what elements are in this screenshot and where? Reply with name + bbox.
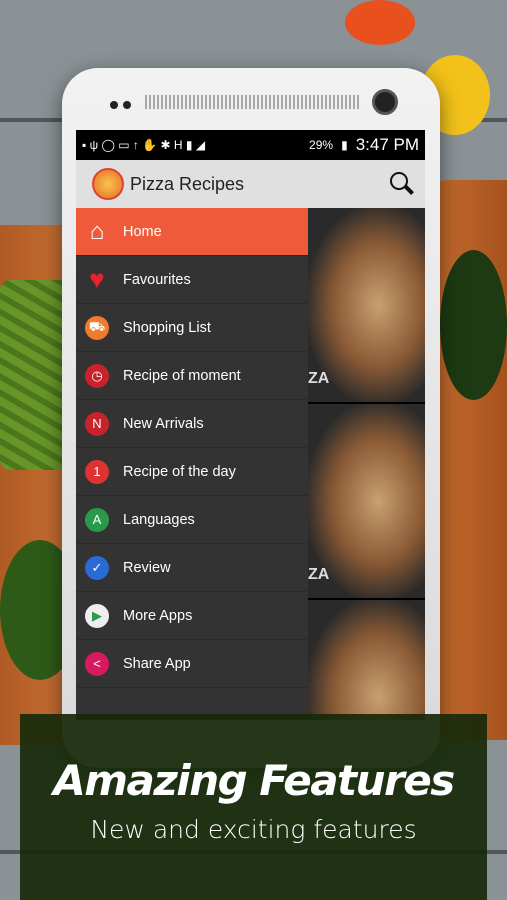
recipe-title: ZA — [308, 370, 330, 387]
check-icon: ✓ — [85, 555, 109, 580]
new-badge-icon: N — [85, 411, 109, 436]
recipe-list: ZA ZA — [308, 208, 425, 720]
navigation-drawer: ⌂ Home ♥ Favourites ⛟ Shopping List ◷ Recipe of… — [76, 208, 308, 720]
home-icon: ⌂ — [89, 217, 105, 245]
recipe-title: ZA — [308, 566, 330, 583]
notification-icons: ▪ ψ ◯ ▭ ↑ ✋ ✱ H ▮ ◢ — [82, 138, 206, 152]
pizza-logo[interactable] — [92, 168, 124, 200]
drawer-item-label: More Apps — [123, 607, 193, 624]
drawer-item-shopping-list[interactable]: ⛟ Shopping List — [76, 304, 308, 352]
drawer-item-label: Shopping List — [123, 319, 211, 336]
drawer-item-label: New Arrivals — [123, 415, 204, 432]
app-title: Pizza Recipes — [130, 173, 245, 194]
banner-title: Amazing Features — [53, 756, 455, 805]
drawer-item-recipe-of-moment[interactable]: ◷ Recipe of moment — [76, 352, 308, 400]
green-beans — [0, 280, 70, 470]
speaker-grille — [145, 95, 360, 109]
front-camera — [372, 89, 398, 115]
drawer-item-recipe-of-the-day[interactable]: 1 Recipe of the day — [76, 448, 308, 496]
heart-icon: ♥ — [89, 264, 105, 294]
battery-level: 29% — [309, 138, 334, 152]
share-icon: < — [85, 651, 109, 676]
sensor-dot — [123, 101, 131, 109]
drawer-item-languages[interactable]: A Languages — [76, 496, 308, 544]
recipe-tile[interactable] — [308, 600, 425, 720]
calendar-icon: 1 — [85, 459, 109, 484]
drawer-item-label: Share App — [123, 655, 191, 672]
clock-icon: ◷ — [85, 363, 109, 388]
battery-icon: ▮ — [341, 138, 348, 152]
search-icon[interactable] — [389, 171, 415, 197]
drawer-item-favourites[interactable]: ♥ Favourites — [76, 256, 308, 304]
recipe-tile[interactable]: ZA — [308, 208, 425, 402]
app-bar: Pizza Recipes — [76, 160, 425, 208]
drawer-item-new-arrivals[interactable]: N New Arrivals — [76, 400, 308, 448]
sensor-dot — [110, 101, 118, 109]
pepper — [345, 0, 415, 45]
promo-banner: Amazing Features New and exciting featur… — [20, 714, 487, 900]
translate-icon: A — [85, 507, 109, 532]
banner-subtitle: New and exciting features — [90, 815, 417, 844]
play-store-icon: ▶ — [85, 603, 109, 628]
drawer-item-share-app[interactable]: < Share App — [76, 640, 308, 688]
drawer-item-more-apps[interactable]: ▶ More Apps — [76, 592, 308, 640]
drawer-item-label: Home — [123, 223, 162, 240]
cart-icon: ⛟ — [85, 315, 109, 340]
drawer-item-home[interactable]: ⌂ Home — [76, 208, 308, 256]
phone-screen: ▪ ψ ◯ ▭ ↑ ✋ ✱ H ▮ ◢ 29% ▮ 3:47 PM Pizza … — [76, 130, 425, 720]
clock: 3:47 PM — [355, 135, 419, 154]
drawer-item-review[interactable]: ✓ Review — [76, 544, 308, 592]
pepper — [440, 250, 507, 400]
drawer-item-label: Favourites — [123, 271, 191, 288]
status-bar: ▪ ψ ◯ ▭ ↑ ✋ ✱ H ▮ ◢ 29% ▮ 3:47 PM — [76, 130, 425, 160]
drawer-item-label: Languages — [123, 511, 195, 528]
recipe-tile[interactable]: ZA — [308, 404, 425, 598]
drawer-item-label: Recipe of moment — [123, 367, 241, 384]
drawer-item-label: Review — [123, 559, 171, 576]
drawer-item-label: Recipe of the day — [123, 463, 236, 480]
